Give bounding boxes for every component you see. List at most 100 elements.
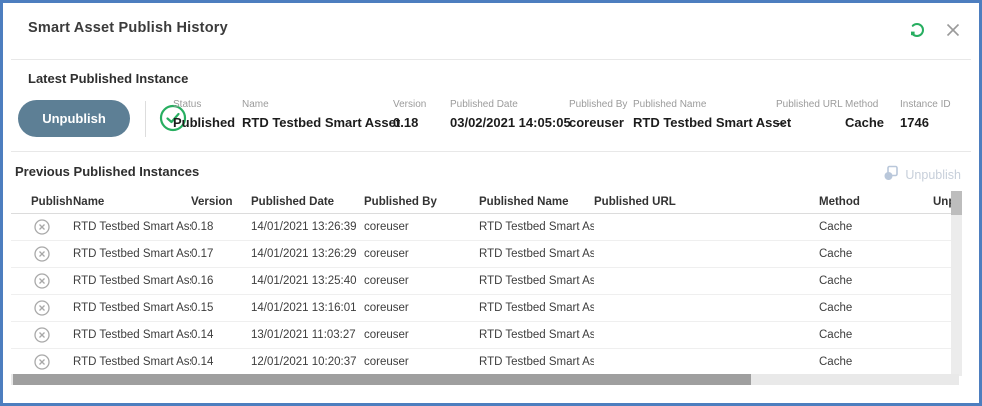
cell-published-name: RTD Testbed Smart Ass... [479,248,594,260]
cell-method: Cache [819,248,933,260]
field-value: Cache [845,115,884,130]
unpublish-button[interactable]: Unpublish [18,100,130,137]
cell-published-date: 14/01/2021 13:26:39 [251,221,364,233]
cell-published-name: RTD Testbed Smart Ass... [479,356,594,368]
col-header-published-name: Published Name [479,196,594,208]
col-header-version: Version [191,196,251,208]
dialog-title: Smart Asset Publish History [28,20,228,36]
table-row[interactable]: RTD Testbed Smart Ass... 0.16 14/01/2021… [11,268,952,295]
cell-version: 0.18 [191,221,251,233]
field-value: RTD Testbed Smart Asset [633,115,791,130]
latest-instance-row: Unpublish Status Published Name RTD Test… [15,95,967,145]
field-label: Published Name [633,99,791,110]
col-header-method: Method [819,196,933,208]
field-label: Published By [569,99,627,110]
field-value: coreuser [569,115,627,130]
cell-method: Cache [819,302,933,314]
field-label: Version [393,99,426,110]
cell-published-name: RTD Testbed Smart Ass... [479,275,594,287]
col-header-published-url: Published URL [594,196,819,208]
col-header-published-date: Published Date [251,196,364,208]
field-label: Published Date [450,99,571,110]
previous-section-heading: Previous Published Instances [15,164,199,179]
cell-published-name: RTD Testbed Smart Ass... [479,221,594,233]
horizontal-scrollbar-thumb[interactable] [13,374,751,385]
field-label: Method [845,99,884,110]
refresh-icon [908,21,926,42]
cell-published-by: coreuser [364,248,479,260]
unpublish-label: Unpublish [905,168,961,182]
cell-published-date: 14/01/2021 13:25:40 [251,275,364,287]
cell-published-name: RTD Testbed Smart Ass... [479,329,594,341]
cell-version: 0.17 [191,248,251,260]
unpublish-selected-button[interactable]: Unpublish [883,165,961,184]
latest-section-heading: Latest Published Instance [28,71,188,86]
field-published-date: Published Date 03/02/2021 14:05:05 [450,99,571,130]
cell-method: Cache [819,275,933,287]
field-label: Published URL [776,99,843,110]
field-name: Name RTD Testbed Smart Asset [242,99,400,130]
cell-method: Cache [819,329,933,341]
previous-instances-table: Published Name Version Published Date Pu… [11,190,952,376]
field-value: -- [776,115,843,130]
close-icon [945,22,961,41]
col-header-unpublished: Unpubl [933,196,952,208]
close-button[interactable] [943,21,963,41]
cell-version: 0.14 [191,329,251,341]
vertical-scrollbar-thumb[interactable] [951,191,962,215]
cell-published-by: coreuser [364,302,479,314]
field-version: Version 0.18 [393,99,426,130]
vertical-scrollbar[interactable] [951,191,962,376]
field-instance-id: Instance ID 1746 [900,99,951,130]
cell-name: RTD Testbed Smart Ass... [73,248,191,260]
field-value: 0.18 [393,115,426,130]
cell-name: RTD Testbed Smart Ass... [73,329,191,341]
field-status: Status Published [173,99,235,130]
horizontal-scrollbar[interactable] [11,374,959,385]
unpublished-status-icon [11,354,73,370]
cell-version: 0.16 [191,275,251,287]
field-value: 03/02/2021 14:05:05 [450,115,571,130]
unpublished-status-icon [11,273,73,289]
unpublished-status-icon [11,219,73,235]
cell-published-by: coreuser [364,329,479,341]
table-header-row: Published Name Version Published Date Pu… [11,190,952,214]
cell-name: RTD Testbed Smart Ass... [73,275,191,287]
cell-method: Cache [819,356,933,368]
cell-published-date: 13/01/2021 11:03:27 [251,329,364,341]
unpublished-status-icon [11,246,73,262]
cell-published-by: coreuser [364,221,479,233]
table-row[interactable]: RTD Testbed Smart Ass... 0.17 14/01/2021… [11,241,952,268]
section-divider [11,151,971,152]
publish-history-dialog: Smart Asset Publish History Latest Publi… [0,0,982,406]
field-label: Status [173,99,235,110]
cell-name: RTD Testbed Smart Ass... [73,356,191,368]
field-value: RTD Testbed Smart Asset [242,115,400,130]
cell-published-name: RTD Testbed Smart Ass... [479,302,594,314]
refresh-button[interactable] [907,21,927,41]
cell-version: 0.14 [191,356,251,368]
table-row[interactable]: RTD Testbed Smart Ass... 0.14 12/01/2021… [11,349,952,376]
cell-published-by: coreuser [364,275,479,287]
col-header-name: Name [73,196,191,208]
header-actions [907,21,963,41]
cell-published-date: 14/01/2021 13:16:01 [251,302,364,314]
cell-published-by: coreuser [364,356,479,368]
col-header-published: Published [11,196,73,208]
field-label: Instance ID [900,99,951,110]
unpublished-status-icon [11,327,73,343]
field-published-name: Published Name RTD Testbed Smart Asset [633,99,791,130]
cell-name: RTD Testbed Smart Ass... [73,221,191,233]
table-row[interactable]: RTD Testbed Smart Ass... 0.18 14/01/2021… [11,214,952,241]
field-label: Name [242,99,400,110]
field-value: 1746 [900,115,951,130]
table-row[interactable]: RTD Testbed Smart Ass... 0.14 13/01/2021… [11,322,952,349]
field-published-url: Published URL -- [776,99,843,130]
cell-version: 0.15 [191,302,251,314]
cell-name: RTD Testbed Smart Ass... [73,302,191,314]
vertical-divider [145,101,146,137]
field-value: Published [173,115,235,130]
table-row[interactable]: RTD Testbed Smart Ass... 0.15 14/01/2021… [11,295,952,322]
field-method: Method Cache [845,99,884,130]
cell-published-date: 14/01/2021 13:26:29 [251,248,364,260]
